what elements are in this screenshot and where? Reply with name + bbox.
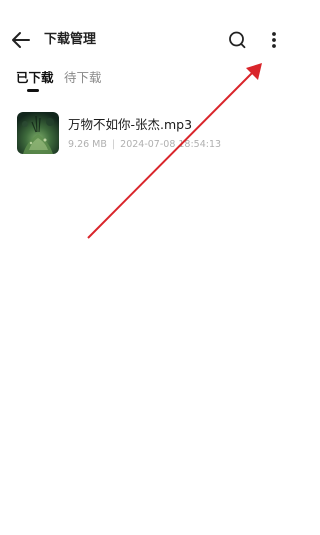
download-list-item[interactable]: 万物不如你-张杰.mp3 9.26 MB | 2024-07-08 18:54:… [0, 104, 293, 162]
download-manager-screen: 下载管理 已下载 待下载 万物不如你-张杰.mp3 9.26 MB | 2024… [0, 0, 293, 535]
file-size: 9.26 MB [68, 139, 107, 150]
album-art-thumbnail [17, 112, 59, 154]
more-options-button[interactable] [264, 29, 284, 51]
arrow-left-icon [12, 32, 30, 48]
file-date: 2024-07-08 18:54:13 [120, 139, 222, 150]
search-button[interactable] [226, 29, 248, 51]
search-icon [229, 31, 246, 49]
file-name: 万物不如你-张杰.mp3 [68, 117, 193, 132]
file-meta: 9.26 MB | 2024-07-08 18:54:13 [68, 138, 221, 152]
page-title: 下载管理 [44, 32, 97, 47]
back-button[interactable] [10, 29, 32, 51]
app-header: 下载管理 [0, 22, 293, 58]
meta-separator: | [111, 139, 116, 150]
download-tabs: 已下载 待下载 [0, 66, 293, 94]
tab-pending[interactable]: 待下载 [64, 69, 102, 87]
more-vertical-icon [272, 32, 276, 48]
tab-downloaded[interactable]: 已下载 [16, 69, 54, 87]
active-tab-indicator [27, 89, 39, 92]
